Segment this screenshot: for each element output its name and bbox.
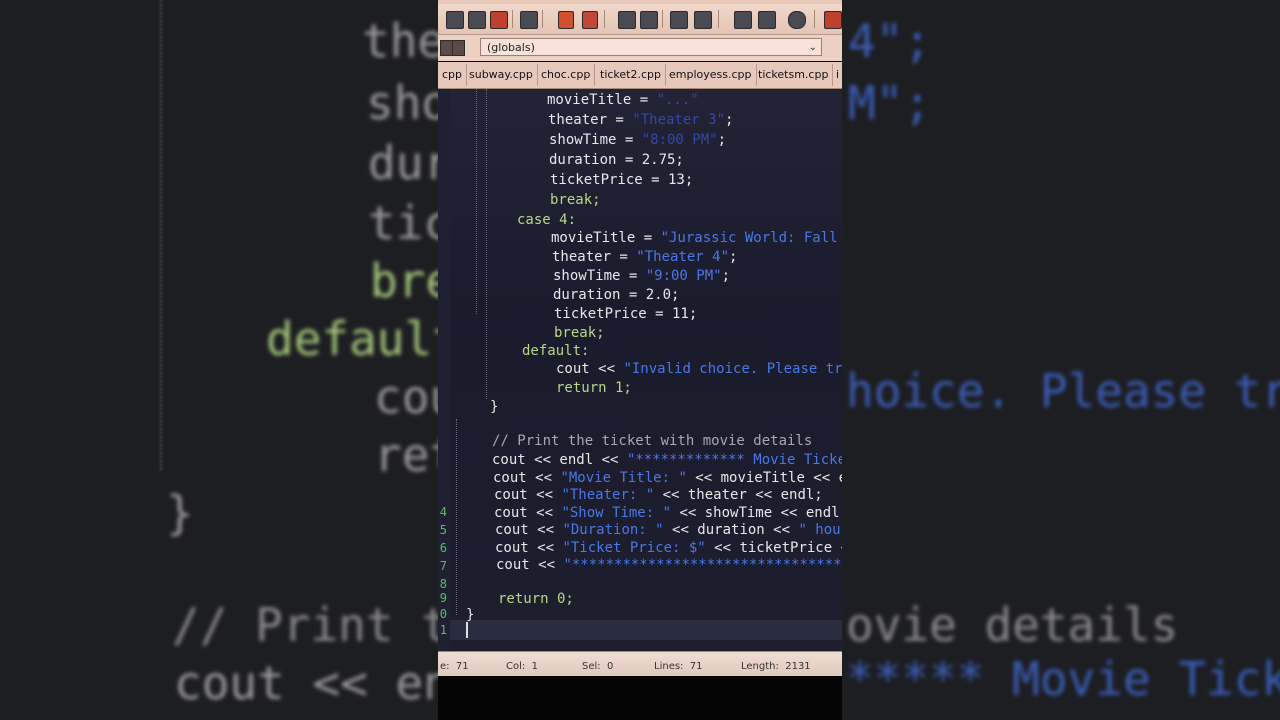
code-line: } <box>490 399 499 415</box>
backdrop-text: ***** Movie Ticke <box>846 652 1280 706</box>
replace-icon[interactable] <box>640 11 658 29</box>
code-comment: // Print the ticket with movie details <box>492 433 813 449</box>
screen-bezel <box>438 676 842 720</box>
new-file-icon[interactable] <box>446 11 464 29</box>
backdrop-text: sho <box>366 76 450 130</box>
indent-guide <box>456 419 457 615</box>
code-line: showTime = "9:00 PM"; <box>553 268 731 284</box>
tab-more[interactable]: i <box>832 64 842 86</box>
line-number: 7 <box>439 559 447 573</box>
compile-icon[interactable] <box>788 11 806 29</box>
code-line: cout << "Duration: " << duration << " ho… <box>495 522 842 538</box>
print-icon[interactable] <box>520 11 538 29</box>
backdrop-text: default <box>266 312 460 366</box>
code-editor[interactable]: 4 5 6 7 8 9 0 1 movieTitle = "..." theat… <box>438 89 842 651</box>
code-line: cout << "Invalid choice. Please try <box>556 361 842 377</box>
line-number: 1 <box>439 623 447 637</box>
code-line: break; <box>550 192 601 208</box>
code-line: cout << endl << "************* Movie Tic… <box>492 452 842 468</box>
next-bookmark-icon[interactable] <box>758 11 776 29</box>
globals-dropdown-value: (globals) <box>487 41 535 54</box>
backdrop-text: hoice. Please try <box>846 364 1280 418</box>
code-line: duration = 2.0; <box>553 287 680 303</box>
close-file-icon[interactable] <box>490 11 508 29</box>
code-line: theater = "Theater 3"; <box>548 112 734 128</box>
code-line: theater = "Theater 4"; <box>552 249 738 265</box>
status-length: Length: 2131 <box>741 661 811 672</box>
code-line: movieTitle = "Jurassic World: Fall <box>551 230 838 246</box>
backdrop-text: M"; <box>848 76 932 130</box>
code-line: duration = 2.75; <box>549 152 684 168</box>
line-number: 0 <box>439 607 447 621</box>
code-line: cout << "*******************************… <box>496 557 842 573</box>
indent-icon[interactable] <box>670 11 688 29</box>
code-line: break; <box>554 325 605 341</box>
tab-ticketsm[interactable]: ticketsm.cpp <box>754 64 834 86</box>
tab-ticket2[interactable]: ticket2.cpp <box>596 64 666 86</box>
code-line: cout << "Theater: " << theater << endl; <box>494 487 823 503</box>
status-lines: Lines: 71 <box>654 661 703 672</box>
code-line: return 1; <box>556 380 632 396</box>
bookmark-icon[interactable] <box>734 11 752 29</box>
find-icon[interactable] <box>618 11 636 29</box>
undo-icon[interactable] <box>558 11 574 29</box>
status-line: e: 71 <box>440 661 469 672</box>
backdrop-text: cout << en <box>174 656 451 710</box>
tab-cpp[interactable]: cpp <box>438 64 468 86</box>
backdrop-text: // Print t <box>172 598 449 652</box>
globals-dropdown[interactable]: (globals) ⌄ <box>480 38 822 56</box>
code-line: cout << "Movie Title: " << movieTitle <<… <box>493 470 842 486</box>
code-line: ticketPrice = 11; <box>554 306 698 322</box>
editor-window: (globals) ⌄ cpp subway.cpp choc.cpp tick… <box>438 0 842 720</box>
code-line: default: <box>522 343 590 359</box>
line-number: 9 <box>439 591 447 605</box>
status-bar: e: 71 Col: 1 Sel: 0 Lines: 71 Length: 21… <box>438 651 842 677</box>
tab-choc[interactable]: choc.cpp <box>537 64 596 86</box>
status-column: Col: 1 <box>506 661 538 672</box>
code-line: movieTitle = "..." <box>547 92 699 108</box>
toolbar <box>438 4 842 35</box>
status-selection: Sel: 0 <box>582 661 614 672</box>
code-line: showTime = "8:00 PM"; <box>549 132 727 148</box>
backdrop-text: ovie details <box>846 598 1179 652</box>
chevron-down-icon: ⌄ <box>808 42 817 53</box>
run-icon[interactable] <box>824 11 842 29</box>
code-line: cout << "Show Time: " << showTime << end… <box>494 505 842 521</box>
line-number: 8 <box>439 577 447 591</box>
tab-subway[interactable]: subway.cpp <box>465 64 538 86</box>
redo-icon[interactable] <box>582 11 598 29</box>
indent-guide <box>486 89 487 399</box>
code-line: return 0; <box>498 591 574 607</box>
tab-employess[interactable]: employess.cpp <box>665 64 757 86</box>
symbol-bar: (globals) ⌄ <box>438 35 842 61</box>
backdrop-text: } <box>166 486 194 540</box>
text-cursor <box>466 622 468 638</box>
file-tabs: cpp subway.cpp choc.cpp ticket2.cpp empl… <box>438 62 842 89</box>
indent-guide <box>476 89 477 314</box>
line-number: 4 <box>439 505 447 519</box>
outdent-icon[interactable] <box>694 11 712 29</box>
current-line-highlight <box>450 620 842 640</box>
code-line: case 4: <box>517 212 577 228</box>
open-file-icon[interactable] <box>468 11 486 29</box>
code-line: cout << "Ticket Price: $" << ticketPrice… <box>495 540 842 556</box>
line-number: 6 <box>439 541 447 555</box>
goto-icon[interactable] <box>452 40 465 56</box>
backdrop-text: 4"; <box>848 14 932 68</box>
backdrop-indent-guide <box>160 0 164 470</box>
line-number: 5 <box>439 523 447 537</box>
code-line: ticketPrice = 13; <box>550 172 694 188</box>
backdrop-text: the <box>362 14 446 68</box>
